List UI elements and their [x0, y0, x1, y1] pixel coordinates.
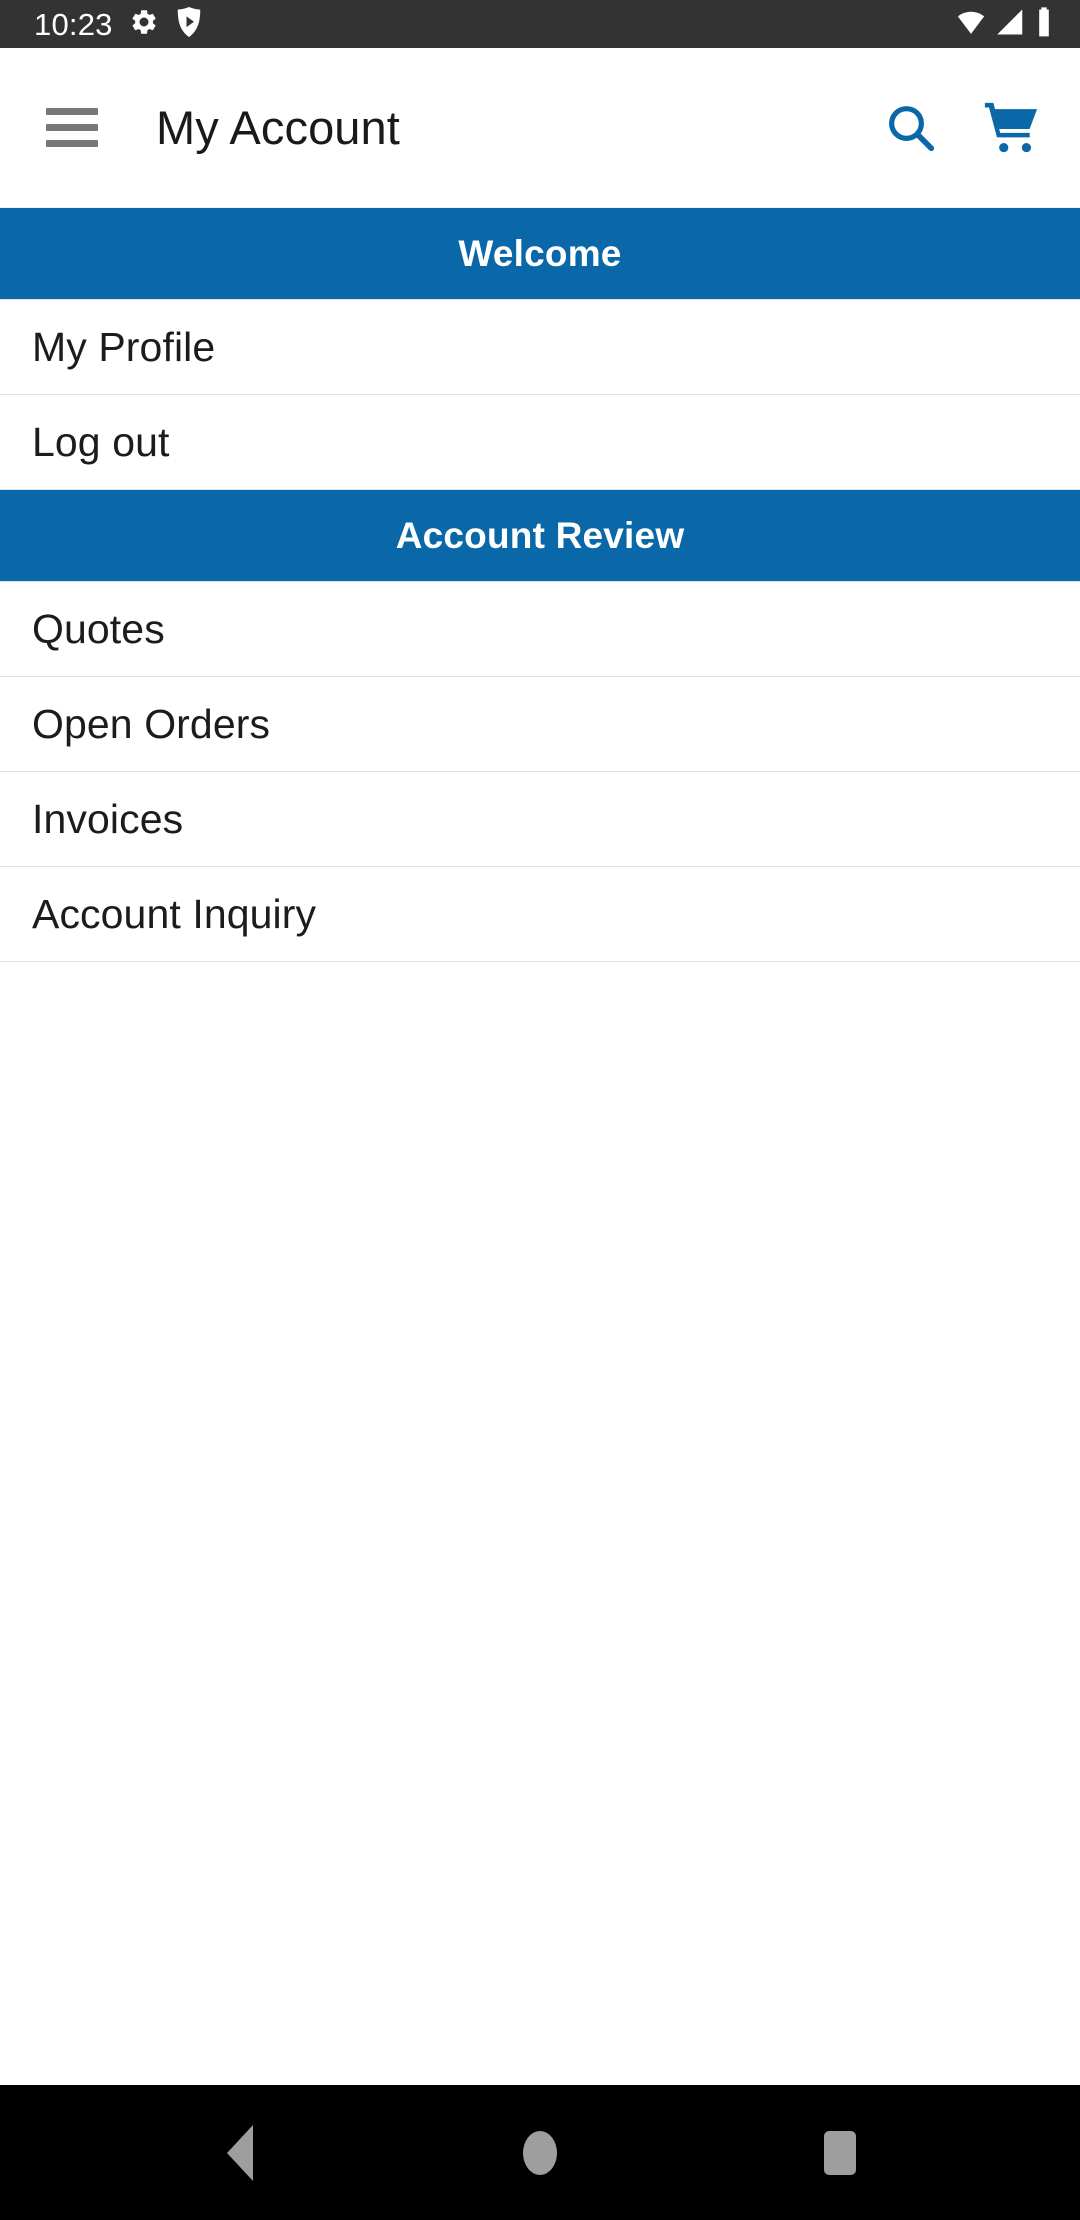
status-clock: 10:23 — [34, 6, 113, 42]
list-item-label: Log out — [32, 418, 170, 465]
content-empty-area — [0, 962, 1080, 2085]
home-circle-icon — [523, 2130, 557, 2175]
list-item-label: Invoices — [32, 795, 184, 842]
back-triangle-icon — [227, 2124, 253, 2181]
list-item-account-inquiry[interactable]: Account Inquiry — [0, 867, 1080, 962]
list-item-invoices[interactable]: Invoices — [0, 772, 1080, 867]
list-item-quotes[interactable]: Quotes — [0, 582, 1080, 677]
list-item-label: Open Orders — [32, 700, 271, 747]
nav-home-button[interactable] — [480, 2093, 600, 2213]
status-bar-right — [954, 6, 1054, 43]
nav-back-button[interactable] — [180, 2093, 300, 2213]
cellular-signal-icon — [995, 7, 1027, 42]
list-item-label: Quotes — [32, 605, 165, 652]
list-item-my-profile[interactable]: My Profile — [0, 300, 1080, 395]
section-header-account-review: Account Review — [0, 490, 1080, 582]
status-bar: 10:23 — [0, 0, 1080, 48]
app-bar: My Account — [0, 48, 1080, 208]
page-title: My Account — [156, 101, 400, 154]
android-navigation-bar — [0, 2085, 1080, 2220]
hamburger-bar-2 — [46, 124, 98, 131]
list-item-label: My Profile — [32, 323, 216, 370]
shopping-cart-icon[interactable] — [976, 93, 1046, 163]
hamburger-menu-icon[interactable] — [46, 99, 104, 157]
list-item-label: Account Inquiry — [32, 890, 317, 937]
phone-screen: 10:23 My Account Welcome My Profile Log … — [0, 0, 1080, 2220]
wifi-icon — [954, 7, 988, 42]
battery-icon — [1034, 6, 1054, 43]
recents-square-icon — [824, 2130, 856, 2175]
app-bar-actions — [876, 93, 1050, 163]
status-bar-left: 10:23 — [34, 6, 203, 42]
list-item-log-out[interactable]: Log out — [0, 395, 1080, 490]
gear-icon — [129, 7, 159, 42]
shield-play-icon — [175, 6, 203, 42]
search-icon[interactable] — [876, 93, 946, 163]
hamburger-bar-1 — [46, 108, 98, 115]
section-header-welcome: Welcome — [0, 208, 1080, 300]
list-item-open-orders[interactable]: Open Orders — [0, 677, 1080, 772]
hamburger-bar-3 — [46, 140, 98, 147]
nav-recents-button[interactable] — [780, 2093, 900, 2213]
